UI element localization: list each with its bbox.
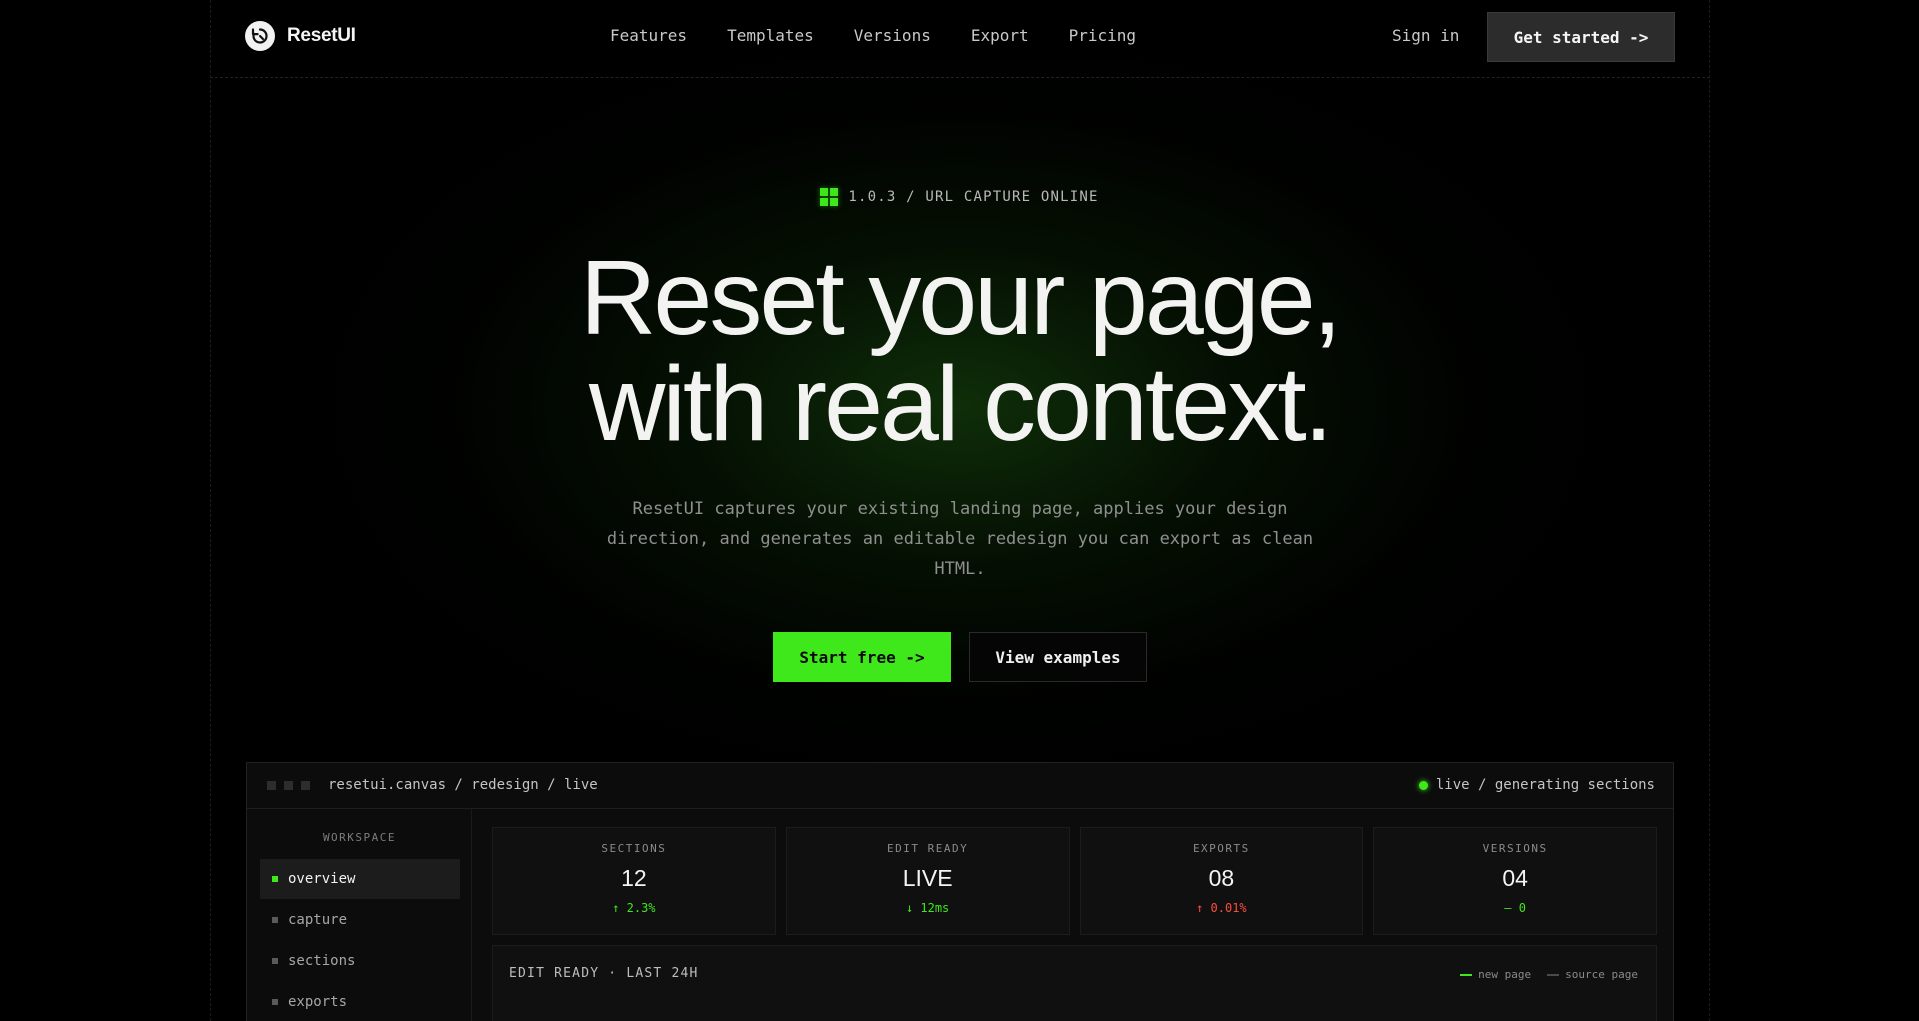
headline-line-1: Reset your page,	[579, 239, 1342, 357]
legend-swatch	[1460, 973, 1473, 976]
top-nav: ResetUI Features Templates Versions Expo…	[210, 0, 1710, 78]
stat-value: LIVE	[902, 865, 953, 891]
legend-label: source page	[1565, 968, 1638, 981]
hero-subtext: ResetUI captures your existing landing p…	[606, 499, 1314, 579]
reset-arrow-icon	[245, 21, 275, 51]
stat-label: VERSIONS	[1482, 842, 1548, 855]
stat-delta: ↓ 12ms	[905, 901, 950, 915]
sidebar-item-overview[interactable]: overview	[260, 859, 460, 899]
nav-link-pricing[interactable]: Pricing	[1069, 26, 1136, 45]
badge-text: 1.0.3 / URL CAPTURE ONLINE	[848, 189, 1099, 205]
stat-value: 12	[621, 865, 647, 891]
app-preview: resetui.canvas / redesign / live live / …	[246, 762, 1674, 1021]
stat-delta: ↑ 0.01%	[1196, 901, 1247, 915]
edit-ready-chart-card: EDIT READY · LAST 24H new page source pa…	[492, 945, 1657, 1021]
square-bullet-icon	[272, 999, 278, 1005]
app-status: live / generating sections	[1418, 777, 1655, 793]
chart-title: EDIT READY · LAST 24H	[509, 966, 699, 981]
version-badge: 1.0.3 / URL CAPTURE ONLINE	[0, 188, 1919, 206]
legend-item-new-page: new page	[1460, 968, 1531, 981]
stat-value: 04	[1502, 865, 1528, 891]
headline-line-2: with real context.	[588, 345, 1333, 463]
square-bullet-icon	[272, 958, 278, 964]
sidebar-item-label: exports	[288, 994, 348, 1010]
nav-link-templates[interactable]: Templates	[727, 26, 814, 45]
stat-label: SECTIONS	[601, 842, 667, 855]
stat-delta: ↑ 2.3%	[612, 901, 656, 915]
sidebar-item-label: overview	[288, 871, 356, 887]
legend-swatch	[1547, 973, 1560, 976]
square-bullet-icon	[272, 917, 278, 923]
stat-label: EDIT READY	[887, 842, 969, 855]
start-free-button[interactable]: Start free ->	[773, 632, 951, 682]
stat-delta: — 0	[1504, 901, 1526, 915]
sidebar-item-sections[interactable]: sections	[260, 941, 460, 981]
live-dot-icon	[1418, 780, 1428, 790]
grid-icon	[820, 188, 839, 206]
nav-link-export[interactable]: Export	[971, 26, 1029, 45]
stat-card-sections: SECTIONS 12 ↑ 2.3%	[492, 827, 776, 935]
sidebar-item-label: sections	[288, 953, 356, 969]
sidebar-item-label: capture	[288, 912, 348, 928]
workspace-label: WORKSPACE	[322, 831, 397, 844]
stat-card-edit-ready: EDIT READY LIVE ↓ 12ms	[785, 827, 1070, 935]
hero-headline: Reset your page, with real context.	[0, 245, 1919, 457]
sidebar-item-exports[interactable]: exports	[260, 982, 460, 1021]
stats-row: SECTIONS 12 ↑ 2.3% EDIT READY LIVE ↓ 12m…	[492, 827, 1657, 935]
stat-card-exports: EXPORTS 08 ↑ 0.01%	[1079, 827, 1364, 935]
nav-link-features[interactable]: Features	[610, 26, 687, 45]
nav-links: Features Templates Versions Export Prici…	[610, 26, 1136, 45]
view-examples-button[interactable]: View examples	[969, 632, 1147, 682]
nav-link-versions[interactable]: Versions	[854, 26, 931, 45]
stat-value: 08	[1208, 865, 1235, 891]
app-sidebar: WORKSPACE overview capture sections expo…	[247, 809, 472, 1021]
app-path: resetui.canvas / redesign / live	[328, 777, 598, 793]
sidebar-item-capture[interactable]: capture	[260, 900, 460, 940]
sign-in-link[interactable]: Sign in	[1392, 26, 1459, 45]
brand[interactable]: ResetUI	[245, 21, 356, 51]
square-bullet-icon	[272, 876, 278, 882]
app-titlebar: resetui.canvas / redesign / live live / …	[247, 763, 1673, 809]
app-status-text: live / generating sections	[1435, 777, 1655, 793]
window-dots	[267, 781, 310, 790]
legend-label: new page	[1478, 968, 1532, 981]
get-started-button[interactable]: Get started ->	[1487, 12, 1675, 62]
brand-name: ResetUI	[287, 25, 356, 46]
stat-card-versions: VERSIONS 04 — 0	[1373, 827, 1657, 935]
legend-item-source-page: source page	[1547, 968, 1638, 981]
stat-label: EXPORTS	[1192, 842, 1250, 855]
chart-legend: new page source page	[1460, 968, 1638, 981]
